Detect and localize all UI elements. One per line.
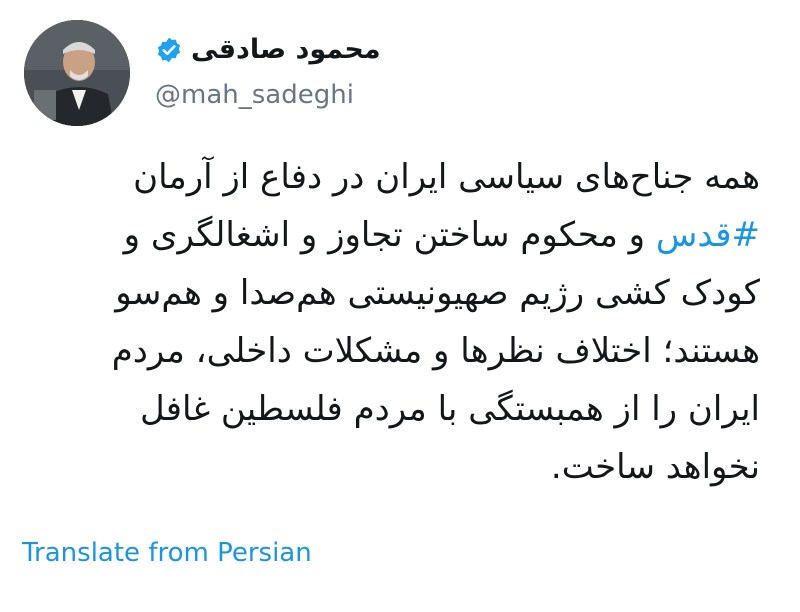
- display-name[interactable]: محمود صادقی: [191, 34, 381, 65]
- author-name-line: محمود صادقی: [155, 34, 381, 65]
- avatar[interactable]: [24, 20, 130, 126]
- tweet-line-text: و محکوم ساختن تجاوز و اشغالگری و: [123, 215, 656, 255]
- tweet-text: همه جناح‌های سیاسی ایران در دفاع از آرما…: [20, 148, 760, 496]
- tweet-line: ایران را از همبستگی با مردم فلسطین غافل: [139, 389, 760, 429]
- verified-badge-icon: [155, 36, 183, 64]
- tweet-line: کودک کشی رژیم صهیونیستی هم‌صدا و هم‌سو: [115, 273, 760, 313]
- avatar-photo: [24, 20, 130, 126]
- tweet-line: نخواهد ساخت.: [550, 447, 760, 487]
- user-handle[interactable]: @mah_sadeghi: [155, 80, 354, 110]
- hashtag-link[interactable]: #قدس: [656, 215, 760, 255]
- tweet-line: همه جناح‌های سیاسی ایران در دفاع از آرما…: [133, 157, 760, 197]
- tweet-line: #قدس و محکوم ساختن تجاوز و اشغالگری و: [20, 206, 760, 264]
- translate-link[interactable]: Translate from Persian: [22, 538, 312, 568]
- tweet-header: محمود صادقی @mah_sadeghi: [20, 20, 780, 130]
- tweet-line: هستند؛ اختلاف نظرها و مشکلات داخلی، مردم: [111, 331, 760, 371]
